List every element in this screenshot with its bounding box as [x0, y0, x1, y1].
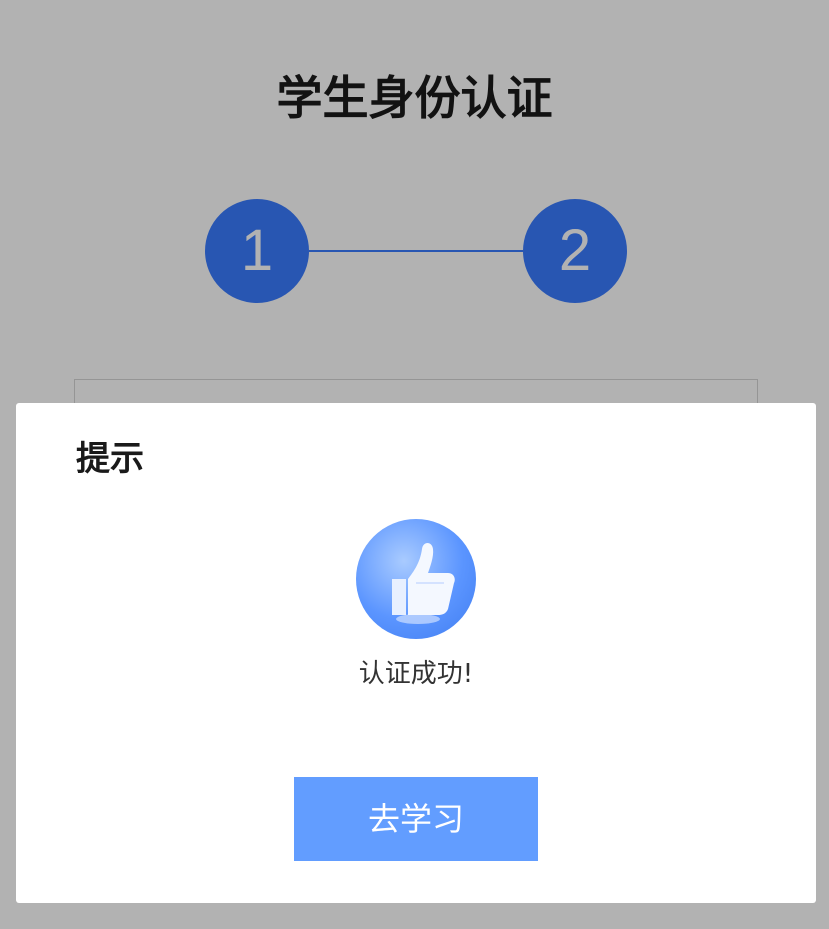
- thumbs-up-icon: [356, 519, 476, 639]
- success-message: 认证成功!: [358, 659, 474, 689]
- go-study-button[interactable]: 去学习: [294, 777, 538, 861]
- dialog-title: 提示: [76, 439, 144, 479]
- success-dialog: 提示 认证成功! 去学习: [16, 403, 816, 903]
